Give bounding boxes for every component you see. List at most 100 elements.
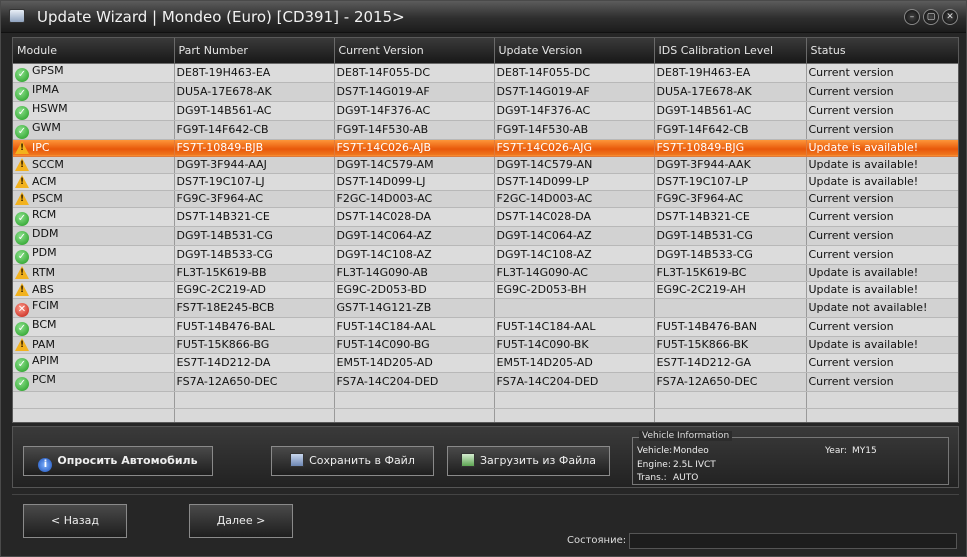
table-row[interactable]: ✓ BCM FU5T-14B476-BAL FU5T-14C184-AAL FU5T-1… [13, 317, 958, 337]
table-row[interactable]: ✓ GPSM DE8T-19H463-EA DE8T-14F055-DC DE8T-14… [13, 63, 958, 83]
cell-text: DS7T-14G019-AF [336, 85, 430, 98]
table-row[interactable]: ✓ RCM DS7T-14B321-CE DS7T-14C028-DA DS7T-14C… [13, 207, 958, 227]
cell-text: ES7T-14D212-GA [656, 356, 752, 369]
table-row[interactable]: ! PSCM FG9C-3F964-AC F2GC-14D003-AC F2GC-14D… [13, 190, 958, 208]
update-version-cell: FG9T-14F530-AB [494, 120, 655, 140]
module-cell: ✓ DDM [13, 226, 175, 246]
ids-calibration-cell: DU5A-17E678-AK [654, 82, 807, 102]
column-header-update-version[interactable]: Update Version [494, 38, 655, 64]
current-version-cell: EM5T-14D205-AD [334, 353, 495, 373]
table-row[interactable]: ! ABS EG9C-2C219-AD EG9C-2D053-BD EG9C-2D053… [13, 281, 958, 299]
column-header-current-version[interactable]: Current Version [334, 38, 495, 64]
modules-grid[interactable]: Module Part Number Current Version Updat… [12, 37, 959, 423]
back-button[interactable]: < Назад [23, 504, 127, 538]
status-cell: Current version [806, 353, 958, 373]
column-header-ids-calibration[interactable]: IDS Calibration Level [654, 38, 807, 64]
cell-text: Update is available! [808, 141, 919, 154]
cell-text: FU5T-14B476-BAN [656, 320, 757, 333]
module-cell: ✕ FCIM [13, 298, 175, 318]
cell-text: BCM [32, 317, 57, 331]
status-cell: Current version [806, 226, 958, 246]
cell-text: F2GC-14D003-AC [336, 192, 433, 205]
cell-text: EM5T-14D205-AD [336, 356, 433, 369]
update-version-cell: FS7T-14C026-AJG [494, 139, 655, 157]
cell-text: Current version [808, 229, 894, 242]
ids-calibration-cell: EG9C-2C219-AH [654, 281, 807, 299]
table-row[interactable]: ✓ DDM DG9T-14B531-CG DG9T-14C064-AZ DG9T-14C… [13, 226, 958, 246]
cell-text: DS7T-14C028-DA [496, 210, 592, 223]
column-header-module[interactable]: Module [13, 38, 175, 64]
next-button[interactable]: Далее > [189, 504, 293, 538]
ids-calibration-cell: DG9T-14B561-AC [654, 101, 807, 121]
table-row[interactable]: ! SCCM DG9T-3F944-AAJ DG9T-14C579-AM DG9T-14… [13, 156, 958, 174]
table-row[interactable]: ! PAM FU5T-15K866-BG FU5T-14C090-BG FU5T-14C… [13, 336, 958, 354]
vehicle-label: Vehicle: [637, 446, 673, 456]
cell-text: DU5A-17E678-AK [656, 85, 752, 98]
empty-cell [806, 408, 958, 422]
cell-text: DS7T-14C028-DA [336, 210, 432, 223]
cell-text: Update is available! [808, 175, 919, 188]
table-row[interactable]: ✓ PDM DG9T-14B533-CG DG9T-14C108-AZ DG9T-14C… [13, 245, 958, 265]
cell-text: FL3T-14G090-AC [496, 266, 588, 279]
table-row[interactable]: ! ACM DS7T-19C107-LJ DS7T-14D099-LJ DS7T-14D… [13, 173, 958, 191]
cell-text: DG9T-14B533-CG [176, 248, 273, 261]
table-row[interactable]: ✓ PCM FS7A-12A650-DEC FS7A-14C204-DED FS7A-1… [13, 372, 958, 392]
update-version-cell: DE8T-14F055-DC [494, 63, 655, 83]
close-button[interactable]: ✕ [942, 9, 958, 25]
cell-text: FS7T-14C026-AJG [496, 141, 593, 154]
update-version-cell: F2GC-14D003-AC [494, 190, 655, 208]
ids-calibration-cell: ES7T-14D212-GA [654, 353, 807, 373]
maximize-button[interactable]: ▢ [923, 9, 939, 25]
ids-calibration-cell: FG9T-14F642-CB [654, 120, 807, 140]
part-number-cell: DU5A-17E678-AK [174, 82, 335, 102]
check-icon: ✓ [15, 357, 29, 371]
cell-text: ABS [32, 283, 54, 296]
empty-cell [494, 391, 655, 409]
update-version-cell: FU5T-14C184-AAL [494, 317, 655, 337]
part-number-cell: FS7T-10849-BJB [174, 139, 335, 157]
current-version-cell: DS7T-14D099-LJ [334, 173, 495, 191]
status-cell: Current version [806, 372, 958, 392]
title-bar: Update Wizard | Mondeo (Euro) [CD391] - … [1, 1, 966, 33]
cell-text: FG9T-14F642-CB [176, 123, 269, 136]
table-row[interactable]: ! RTM FL3T-15K619-BB FL3T-14G090-AB FL3T-14G… [13, 264, 958, 282]
table-row[interactable]: ✕ FCIM FS7T-18E245-BCB GS7T-14G121-ZB Update… [13, 298, 958, 318]
cell-text: EG9C-2D053-BH [496, 283, 587, 296]
load-from-file-button[interactable]: Загрузить из Файла [447, 446, 610, 476]
table-row[interactable]: ✓ HSWM DG9T-14B561-AC DG9T-14F376-AC DG9T-14… [13, 101, 958, 121]
cell-text: FL3T-15K619-BB [176, 266, 267, 279]
status-cell: Update is available! [806, 281, 958, 299]
cell-text: RCM [32, 207, 57, 221]
update-version-cell: EG9C-2D053-BH [494, 281, 655, 299]
query-vehicle-button[interactable]: i Опросить Автомобиль [23, 446, 213, 476]
table-row[interactable]: ✓ IPMA DU5A-17E678-AK DS7T-14G019-AF DS7T-14… [13, 82, 958, 102]
update-version-cell: DG9T-14C064-AZ [494, 226, 655, 246]
cell-text: DS7T-14D099-LJ [336, 175, 426, 188]
update-version-cell: DS7T-14G019-AF [494, 82, 655, 102]
table-row[interactable]: ✓ APIM ES7T-14D212-DA EM5T-14D205-AD EM5T-14… [13, 353, 958, 373]
empty-cell [334, 408, 495, 422]
ids-calibration-cell [654, 298, 807, 318]
current-version-cell: FU5T-14C090-BG [334, 336, 495, 354]
cell-text: EM5T-14D205-AD [496, 356, 593, 369]
app-icon [9, 9, 25, 23]
cell-text: FU5T-14C184-AAL [496, 320, 596, 333]
cell-text: FU5T-14C184-AAL [336, 320, 436, 333]
column-header-status[interactable]: Status [806, 38, 958, 64]
minimize-button[interactable]: – [904, 9, 920, 25]
current-version-cell: DS7T-14C028-DA [334, 207, 495, 227]
action-panel: i Опросить Автомобиль Сохранить в Файл За… [12, 426, 959, 488]
table-row[interactable]: ! IPC FS7T-10849-BJB FS7T-14C026-AJB FS7T-14… [13, 139, 958, 157]
table-row[interactable]: ✓ GWM FG9T-14F642-CB FG9T-14F530-AB FG9T-14F… [13, 120, 958, 140]
part-number-cell: FU5T-15K866-BG [174, 336, 335, 354]
column-header-part-number[interactable]: Part Number [174, 38, 335, 64]
empty-cell [654, 391, 807, 409]
module-cell: ! ABS [13, 281, 175, 299]
save-to-file-button[interactable]: Сохранить в Файл [271, 446, 434, 476]
empty-cell [334, 391, 495, 409]
cell-text: Current version [808, 104, 894, 117]
empty-row [13, 391, 958, 409]
cell-text: DG9T-14F376-AC [336, 104, 431, 117]
status-cell: Update is available! [806, 336, 958, 354]
update-version-cell: DG9T-14C579-AN [494, 156, 655, 174]
